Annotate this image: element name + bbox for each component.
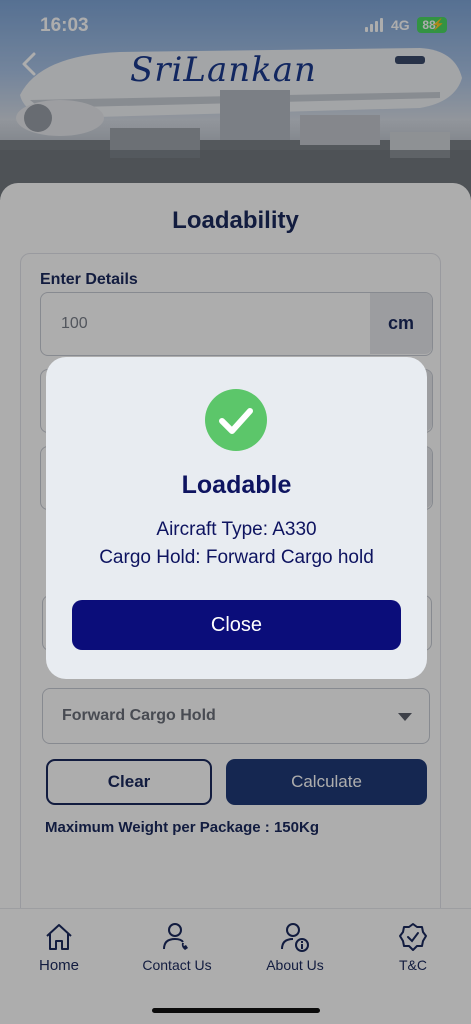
dialog-aircraft-type: Aircraft Type: A330 [156, 519, 317, 540]
close-button[interactable]: Close [72, 600, 401, 650]
success-check-icon [205, 389, 267, 451]
result-dialog: Loadable Aircraft Type: A330 Cargo Hold:… [46, 357, 427, 679]
dialog-cargo-hold: Cargo Hold: Forward Cargo hold [99, 547, 374, 568]
dialog-title: Loadable [181, 471, 292, 499]
